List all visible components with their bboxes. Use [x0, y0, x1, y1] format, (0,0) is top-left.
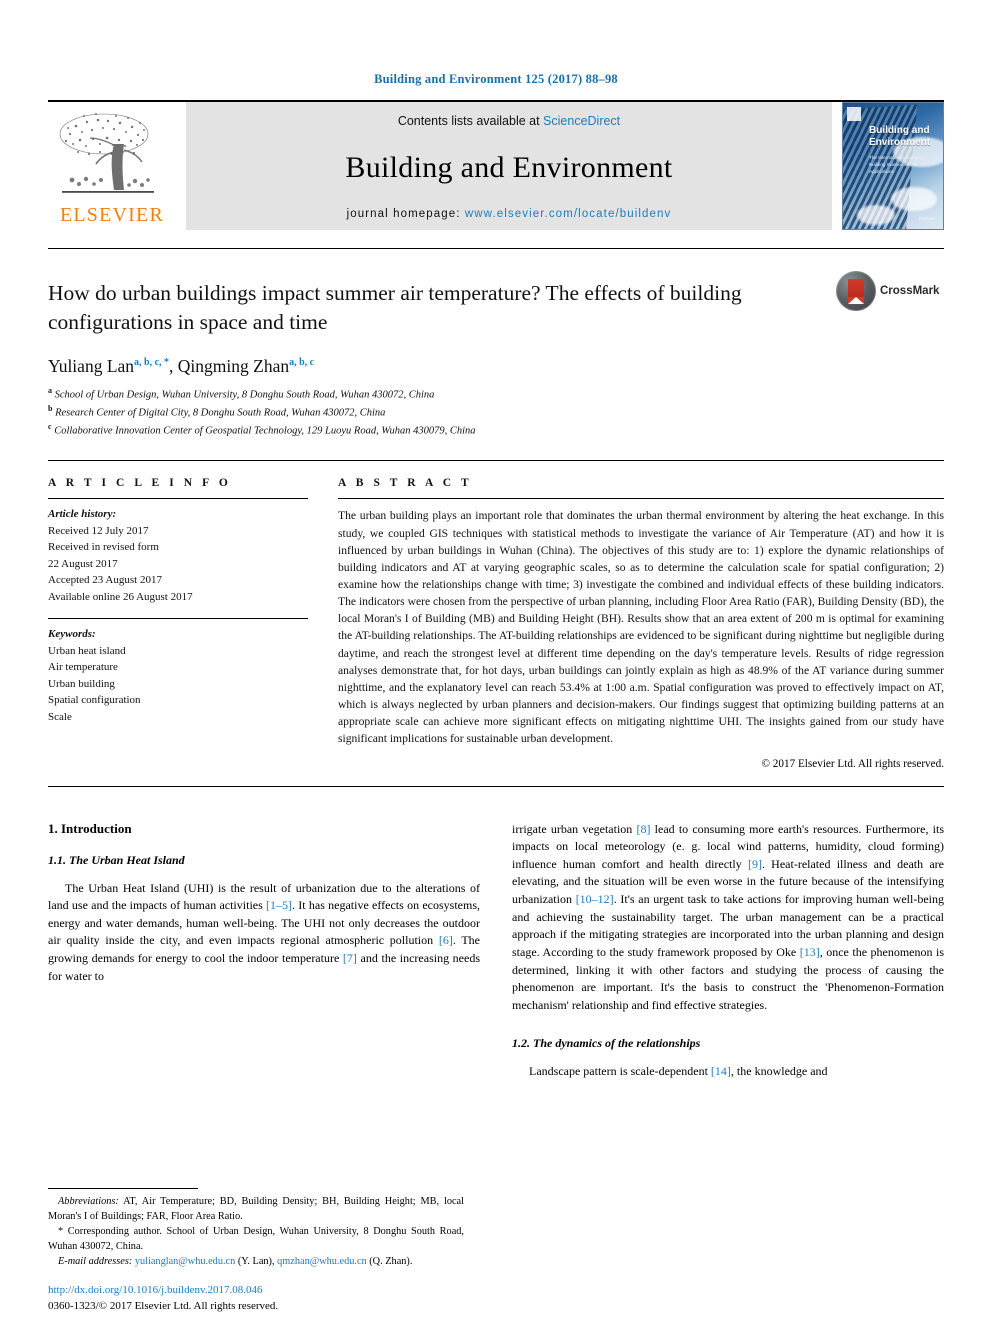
contents-prefix: Contents lists available at [397, 114, 544, 128]
citation-link[interactable]: [6] [439, 933, 453, 947]
journal-homepage-link[interactable]: www.elsevier.com/locate/buildenv [465, 208, 672, 220]
body-columns: 1. Introduction 1.1. The Urban Heat Isla… [48, 821, 944, 1082]
footnote-divider [48, 1187, 198, 1189]
journal-title: Building and Environment [345, 151, 673, 184]
citation-link[interactable]: [1–5] [266, 898, 292, 912]
citation-link[interactable]: [13] [800, 945, 820, 959]
affiliation-mark: a [48, 386, 52, 396]
author-name: Yuliang Lan [48, 356, 135, 377]
email-link[interactable]: qmzhan@whu.edu.cn [277, 1256, 367, 1267]
paragraph-text: Landscape pattern is scale-dependent [529, 1064, 711, 1079]
history-item: 22 August 2017 [48, 557, 118, 570]
abstract-bottom-divider [48, 785, 944, 787]
keyword-item: Air temperature [48, 661, 118, 674]
citation-link[interactable]: [8] [636, 822, 650, 836]
contents-available-line: Contents lists available at ScienceDirec… [398, 114, 620, 128]
section-heading-1: 1. Introduction [48, 820, 132, 836]
email-link[interactable]: yulianglan@whu.edu.cn [135, 1256, 235, 1267]
section-heading-1-1: 1.1. The Urban Heat Island [48, 852, 185, 867]
crossmark-label: CrossMark [880, 285, 940, 297]
article-info-heading: A R T I C L E I N F O [48, 477, 232, 490]
history-item: Accepted 23 August 2017 [48, 574, 162, 587]
paragraph: Landscape pattern is scale-dependent [14… [512, 1063, 944, 1081]
abstract-text: The urban building plays an important ro… [338, 509, 944, 746]
affiliation-item: c Collaborative Innovation Center of Geo… [48, 421, 944, 439]
article-info-column: A R T I C L E I N F O Article history: R… [48, 477, 308, 769]
affiliation-text: Research Center of Digital City, 8 Dongh… [55, 407, 386, 419]
cover-elsevier-mark-icon [847, 107, 861, 121]
citation-link[interactable]: [9] [748, 857, 762, 871]
elsevier-wordmark: ELSEVIER [59, 204, 165, 226]
cover-cloud-graphic [857, 205, 895, 225]
email-label: E-mail addresses: [58, 1256, 133, 1268]
journal-band: Contents lists available at ScienceDirec… [186, 102, 832, 230]
abbreviations-label: Abbreviations: [58, 1195, 119, 1207]
author-affiliation-marks: a, b, c, * [134, 357, 170, 369]
crossmark-icon [836, 271, 876, 311]
issn-copyright-line: 0360-1323/© 2017 Elsevier Ltd. All right… [48, 1300, 279, 1313]
title-block: CrossMark How do urban buildings impact … [48, 249, 944, 438]
article-history-label: Article history: [48, 508, 117, 521]
affiliation-item: b Research Center of Digital City, 8 Don… [48, 403, 944, 421]
email-footnote: E-mail addresses: yulianglan@whu.edu.cn … [48, 1255, 464, 1270]
affiliation-mark: c [48, 421, 52, 431]
body-left-column: 1. Introduction 1.1. The Urban Heat Isla… [48, 821, 480, 1082]
paper-page: Building and Environment 125 (2017) 88–9… [0, 0, 992, 1323]
homepage-prefix: journal homepage: [346, 208, 465, 220]
elsevier-logo: ELSEVIER [48, 102, 176, 230]
cover-footer: Elsevier [918, 216, 935, 221]
affiliation-list: a School of Urban Design, Wuhan Universi… [48, 385, 944, 438]
abstract-heading: A B S T R A C T [338, 477, 473, 490]
paragraph-text: irrigate urban vegetation [512, 821, 637, 836]
keywords-label: Keywords: [48, 628, 96, 641]
email-owner: (Q. Zhan). [366, 1256, 413, 1268]
keyword-item: Scale [48, 710, 72, 723]
keywords-block: Keywords: Urban heat island Air temperat… [48, 619, 308, 725]
citation-link[interactable]: [10–12] [576, 892, 614, 906]
doi-block: http://dx.doi.org/10.1016/j.buildenv.201… [48, 1283, 468, 1315]
footnote-block: Abbreviations: AT, Air Temperature; BD, … [48, 1187, 464, 1271]
keyword-item: Urban heat island [48, 644, 126, 657]
affiliation-text: School of Urban Design, Wuhan University… [54, 389, 435, 401]
citation-link[interactable]: [7] [343, 951, 357, 965]
corresponding-author-footnote: * Corresponding author. School of Urban … [48, 1226, 464, 1252]
affiliation-text: Collaborative Innovation Center of Geosp… [54, 425, 476, 437]
author-list: Yuliang Lana, b, c, *, Qingming Zhana, b… [48, 356, 315, 377]
author-affiliation-marks: a, b, c [289, 357, 315, 369]
history-item: Available online 26 August 2017 [48, 590, 193, 603]
doi-link[interactable]: http://dx.doi.org/10.1016/j.buildenv.201… [48, 1283, 468, 1299]
cover-subtitle: The International Journal of Building Sc… [869, 155, 925, 174]
paragraph: irrigate urban vegetation [8] lead to co… [512, 821, 944, 1015]
paragraph-text: , the knowledge and [730, 1064, 828, 1079]
keyword-item: Urban building [48, 677, 115, 690]
keyword-item: Spatial configuration [48, 694, 141, 707]
sciencedirect-link[interactable]: ScienceDirect [543, 114, 620, 128]
history-item: Received in revised form [48, 541, 159, 554]
body-right-column: irrigate urban vegetation [8] lead to co… [512, 821, 944, 1082]
crossmark-badge[interactable]: CrossMark [836, 271, 944, 311]
affiliation-mark: b [48, 403, 53, 413]
running-head: Building and Environment 125 (2017) 88–9… [374, 72, 618, 86]
email-owner: (Y. Lan), [235, 1256, 278, 1268]
cover-title: Building and Environment [869, 125, 931, 148]
citation-link[interactable]: [14] [711, 1064, 731, 1078]
affiliation-item: a School of Urban Design, Wuhan Universi… [48, 385, 944, 403]
cover-cloud-graphic [891, 187, 937, 211]
abbreviations-footnote: Abbreviations: AT, Air Temperature; BD, … [48, 1195, 464, 1224]
section-heading-1-2: 1.2. The dynamics of the relationships [512, 1036, 701, 1051]
page-title: How do urban buildings impact summer air… [48, 281, 742, 334]
author-name: Qingming Zhan [177, 356, 290, 377]
journal-masthead: ELSEVIER Contents lists available at Sci… [48, 100, 944, 230]
elsevier-tree-icon [59, 113, 154, 193]
article-history-block: Article history: Received 12 July 2017 R… [48, 499, 308, 605]
abstract-column: A B S T R A C T The urban building plays… [338, 477, 945, 770]
history-item: Received 12 July 2017 [48, 524, 149, 537]
journal-homepage-line: journal homepage: www.elsevier.com/locat… [347, 208, 672, 220]
journal-cover-thumbnail[interactable]: Building and Environment The Internation… [842, 102, 944, 230]
paragraph: The Urban Heat Island (UHI) is the resul… [48, 880, 480, 986]
info-abstract-row: A R T I C L E I N F O Article history: R… [48, 461, 945, 770]
crossmark-bookmark-shape [848, 279, 864, 304]
abstract-copyright: © 2017 Elsevier Ltd. All rights reserved… [761, 757, 945, 770]
